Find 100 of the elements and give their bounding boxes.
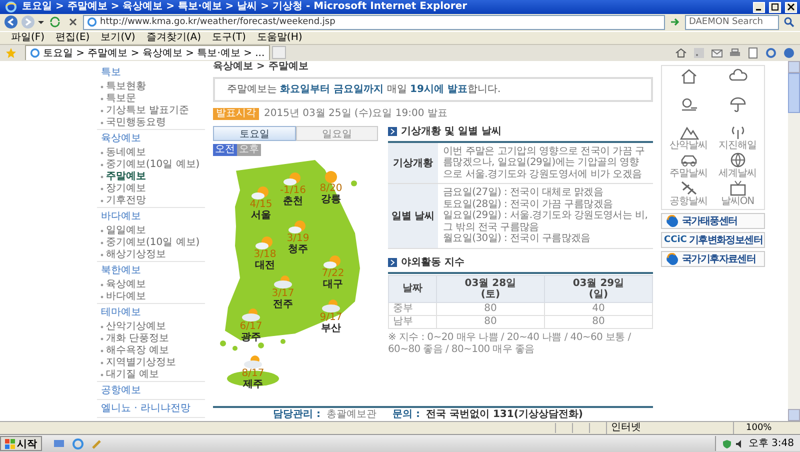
sidebar-heading[interactable]: 북한예보 (97, 262, 205, 279)
footer-value: 전국 국번없이 131(기상상담전화) (426, 409, 583, 422)
row-header: 일별 날씨 (388, 184, 438, 248)
table-cell: 남부 (388, 315, 436, 328)
page-title: 육상예보 > 주말예보 (213, 60, 310, 73)
maximize-button[interactable] (769, 2, 781, 12)
sidebar-heading[interactable]: 공항예보 (97, 382, 205, 399)
banner-link[interactable]: CCiC 기후변화정보센터 (661, 232, 765, 248)
close-icon[interactable] (67, 16, 79, 28)
section-icon (388, 258, 397, 268)
index-note: ※ 지수 : 0~20 매우 나쁨 / 20~40 나쁨 / 40~60 보통 / 60~80 좋음 / 80~100 매우 좋음 (388, 332, 632, 356)
cloud-sun-icon (321, 298, 341, 313)
city-name: 대구 (323, 278, 343, 290)
sun-cloud-icon (323, 254, 343, 269)
temperature: 8/17 (242, 368, 264, 379)
temperature: 3/19 (286, 234, 310, 244)
cloud-sun-icon (273, 274, 293, 289)
start-button[interactable]: 시작 (0, 436, 42, 452)
quick-link[interactable]: 지진해일 (713, 124, 762, 151)
star-icon[interactable] (5, 46, 17, 59)
menu-item[interactable]: 도움말(H) (254, 32, 306, 44)
sun-cloud-icon (255, 236, 275, 250)
pencil-icon[interactable] (91, 438, 103, 450)
cloud-sun-icon (241, 308, 261, 322)
sun-cloud-icon (283, 172, 303, 186)
swirl-logo-icon (666, 252, 678, 265)
home-icon[interactable] (675, 46, 687, 59)
mail-icon[interactable] (711, 46, 723, 59)
window-title: 토요일 > 주말예보 > 육상예보 > 특보·예보 > 날씨 > 기상청 - Microsoft Internet Explorer (22, 0, 468, 14)
sidebar-heading[interactable]: 바다예보 (97, 208, 205, 225)
help-icon[interactable] (783, 46, 795, 59)
temperature: -1/16 (280, 186, 306, 196)
minimize-button[interactable] (753, 2, 765, 12)
temperature: 6/17 (240, 322, 262, 332)
quick-link[interactable]: 주말날씨 (664, 152, 713, 179)
temperature: 3/18 (254, 250, 276, 260)
menu-item[interactable]: 도구(T) (209, 32, 249, 44)
address-field[interactable]: http://www.kma.go.kr/weather/forecast/weekend.jsp (83, 14, 665, 30)
quick-link[interactable]: 세계날씨 (713, 152, 762, 179)
city-name: 서울 (251, 210, 271, 221)
swirl-logo-icon (666, 214, 678, 227)
section-title: 기상개황 및 일별 날씨 (401, 126, 502, 138)
caret-icon[interactable] (37, 18, 45, 26)
table-cell: 40 (544, 302, 652, 316)
plane-icon (678, 180, 698, 196)
desktop-icon[interactable] (53, 438, 65, 450)
menu-item[interactable]: 즐겨찾기(A) (143, 32, 204, 44)
table-cell: 80 (436, 302, 544, 316)
issue-time: 2015년 03월 25일 (수)요일 19:00 발표 (264, 108, 448, 120)
search-field[interactable]: DAEMON Search (685, 14, 779, 30)
quick-link[interactable]: 공항날씨 (664, 180, 713, 207)
forecast-text: 일요일(29일) : 서울.경기도와 강원도영서는 비, 그 밖의 전국 구름많음 (443, 210, 648, 233)
city-name: 청주 (288, 244, 308, 255)
close-icon (787, 3, 795, 11)
browser-icon (87, 17, 97, 28)
table-cell: 중부 (388, 302, 436, 316)
back-button[interactable] (3, 14, 18, 30)
menu-item[interactable]: 보기(V) (98, 32, 138, 44)
quick-link[interactable]: 날씨ON (713, 180, 762, 207)
browser-icon (30, 48, 40, 58)
menu-item[interactable]: 파일(F) (8, 32, 48, 44)
day-tab[interactable]: 일요일 (296, 126, 378, 141)
browser-icon[interactable] (72, 438, 84, 450)
city-name: 부산 (321, 322, 341, 334)
page-icon[interactable] (747, 46, 759, 59)
scrollbar[interactable] (788, 60, 800, 422)
go-icon[interactable] (669, 16, 681, 28)
banner-link[interactable]: 국가기후자료센터 (661, 250, 765, 267)
column-header: 03월 28일 (토) (436, 275, 544, 302)
city-name: 대전 (255, 260, 275, 271)
column-header: 날짜 (388, 275, 436, 302)
day-tab[interactable]: 토요일 (213, 126, 296, 141)
city-name: 전주 (273, 298, 293, 310)
sidebar-heading[interactable]: 테마예보 (97, 304, 205, 321)
forecast-text: 금요일(27일) : 전국이 대체로 맑겠음 (443, 187, 604, 199)
sidebar-heading[interactable]: 특보 (97, 64, 205, 81)
footer-label: 문의 : (392, 409, 420, 422)
clock: 오후 3:48 (748, 437, 794, 452)
city-name: 춘천 (283, 196, 303, 207)
issue-badge: 발표시각 (213, 108, 259, 120)
period-tab[interactable]: 오전 (213, 144, 237, 156)
browser-tab[interactable]: 토요일 > 주말예보 > 육상예보 > 특보·예보 > ... (25, 45, 270, 60)
table-cell: 80 (436, 315, 544, 328)
forecast-text: 월요일(30일) : 전국이 구름많겠음 (443, 233, 592, 245)
search-icon[interactable] (783, 16, 795, 28)
temperature: 3/17 (272, 288, 294, 299)
tv-icon (728, 180, 748, 196)
sun-cloud-icon (251, 186, 271, 200)
section-title: 야외활동 지수 (401, 256, 464, 269)
close-button[interactable] (785, 2, 797, 12)
sidebar-heading[interactable]: 엘니뇨 · 라니냐전망 (97, 400, 205, 417)
banner-link[interactable]: 국가태풍센터 (661, 212, 765, 229)
row-header: 기상개황 (388, 142, 438, 184)
menu-item[interactable]: 편집(E) (52, 32, 93, 44)
sidebar-heading[interactable]: 육상예보 (97, 130, 205, 147)
printer-icon[interactable] (729, 46, 741, 59)
notice-box: 주말예보는 화요일부터 금요일까지 매일 19시에 발표합니다. (213, 76, 653, 102)
quick-link[interactable]: 산악날씨 (664, 124, 713, 151)
cloud-sun-icon (243, 354, 263, 369)
footer-value: 총괄예보관 (326, 409, 376, 422)
